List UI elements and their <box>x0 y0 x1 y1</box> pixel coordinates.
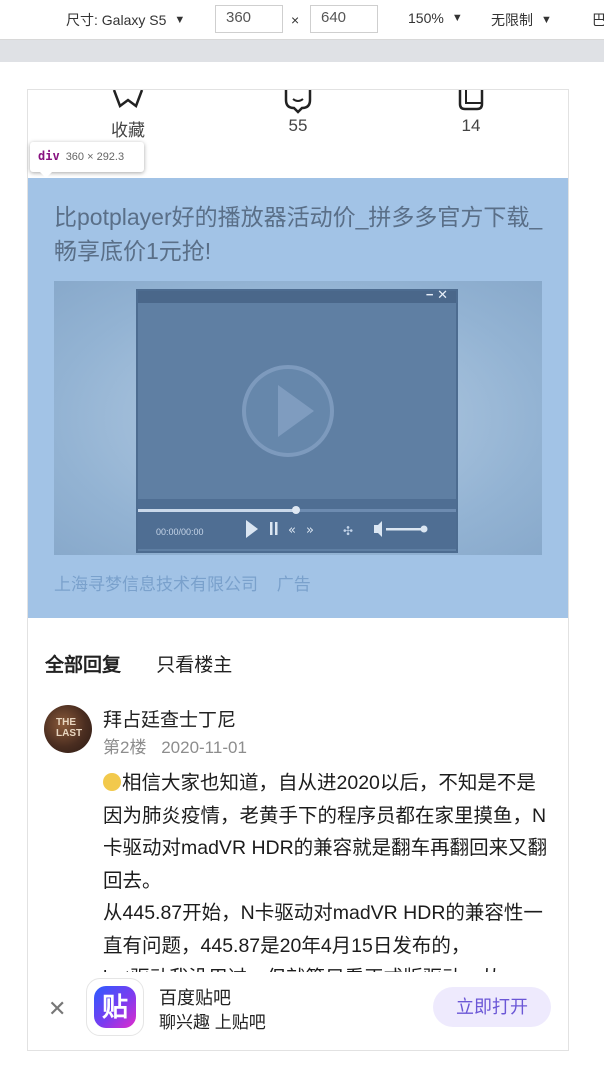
stat-favorite[interactable]: 收藏 <box>68 90 188 141</box>
player-titlebar: − ✕ <box>138 287 456 303</box>
avatar-text: THE LAST <box>56 717 83 739</box>
stat-share[interactable]: 14 <box>411 90 531 136</box>
mobile-viewport: 收藏 55 14 比potplayer好的播放器活动价_拼多多官方下载_畅享底价… <box>27 89 569 1051</box>
ruler-strip <box>0 40 604 62</box>
device-select[interactable]: 尺寸: Galaxy S5 ▼ <box>66 10 185 30</box>
ad-title[interactable]: 比potplayer好的播放器活动价_拼多多官方下载_畅享底价1元抢! <box>54 200 544 268</box>
ad-advertiser: 上海寻梦信息技术有限公司 <box>54 575 258 594</box>
svg-text:«: « <box>288 523 296 538</box>
smile-emoji-icon <box>103 773 121 791</box>
window-controls-icon: − ✕ <box>425 287 448 302</box>
throttle-label: 无限制 <box>491 12 533 28</box>
svg-text:»: » <box>306 523 314 538</box>
inspector-tooltip: div 360 × 292.3 <box>30 142 144 178</box>
zoom-label: 150% <box>408 10 444 26</box>
ad-card[interactable]: 比potplayer好的播放器活动价_拼多多官方下载_畅享底价1元抢! − ✕ … <box>28 178 568 618</box>
avatar[interactable]: THE LAST <box>44 705 92 753</box>
open-app-button[interactable]: 立即打开 <box>433 987 551 1027</box>
stat-share-count: 14 <box>461 116 481 135</box>
tab-op-only[interactable]: 只看楼主 <box>156 650 232 677</box>
post-meta: 第2楼 2020-11-01 <box>103 733 257 758</box>
close-icon[interactable]: ✕ <box>48 996 66 1022</box>
app-icon[interactable]: 贴 <box>86 978 144 1036</box>
reply-tabs: 全部回复 只看楼主 <box>45 650 262 677</box>
ad-footer: 上海寻梦信息技术有限公司 广告 <box>54 570 325 595</box>
post-date: 2020-11-01 <box>161 738 247 757</box>
player-time: 00:00/00:00 <box>156 527 204 537</box>
device-label: 尺寸: Galaxy S5 <box>66 12 167 28</box>
devtools-toolbar: 尺寸: Galaxy S5 ▼ 360 × 640 150% ▼ 无限制 ▼ 巴 <box>0 0 604 40</box>
stat-favorite-label: 收藏 <box>111 121 145 140</box>
app-slogan: 聊兴趣 上贴吧 <box>159 1013 266 1032</box>
post-content: 相信大家也知道，自从进2020以后，不知是不是因为肺炎疫情，老黄手下的程序员都在… <box>103 767 555 995</box>
tooltip-tag: div <box>38 149 60 163</box>
paragraph-2: 从445.87开始，N卡驱动对madVR HDR的兼容性一直有问题，445.87… <box>103 902 543 957</box>
throttle-select[interactable]: 无限制 ▼ <box>491 10 552 30</box>
paragraph-1: 相信大家也知道，自从进2020以后，不知是不是因为肺炎疫情，老黄手下的程序员都在… <box>103 767 555 897</box>
author-name[interactable]: 拜占廷查士丁尼 <box>103 705 236 732</box>
player-illustration: − ✕ 00:00/00:00 « » ✣ <box>136 287 458 553</box>
overflow-text: 巴 <box>592 12 604 28</box>
chevron-down-icon: ▼ <box>451 12 463 24</box>
comment-icon <box>284 90 312 114</box>
tieba-logo-icon: 贴 <box>94 986 136 1028</box>
ad-image[interactable]: − ✕ 00:00/00:00 « » ✣ <box>54 281 542 555</box>
star-icon <box>112 90 144 109</box>
play-graphic: 00:00/00:00 « » ✣ <box>138 365 456 549</box>
floor-number: 第2楼 <box>103 738 147 757</box>
paragraph-1-text: 相信大家也知道，自从进2020以后，不知是不是因为肺炎疫情，老黄手下的程序员都在… <box>103 772 548 892</box>
zoom-select[interactable]: 150% ▼ <box>408 10 463 26</box>
width-input[interactable]: 360 <box>215 5 283 33</box>
height-input[interactable]: 640 <box>310 5 378 33</box>
app-download-banner: ✕ 贴 百度贴吧 聊兴趣 上贴吧 立即打开 <box>28 972 568 1050</box>
ad-label: 广告 <box>276 575 311 594</box>
stat-comments-count: 55 <box>288 116 308 135</box>
chevron-down-icon: ▼ <box>541 14 552 26</box>
tooltip-size: 360 × 292.3 <box>65 151 125 163</box>
app-name: 百度贴吧 <box>159 988 231 1008</box>
chevron-down-icon: ▼ <box>174 14 186 26</box>
svg-text:✣: ✣ <box>343 524 353 538</box>
share-icon <box>458 90 484 111</box>
tab-all-replies[interactable]: 全部回复 <box>45 650 121 677</box>
stat-comments[interactable]: 55 <box>238 90 358 136</box>
dimension-separator: × <box>291 12 300 28</box>
